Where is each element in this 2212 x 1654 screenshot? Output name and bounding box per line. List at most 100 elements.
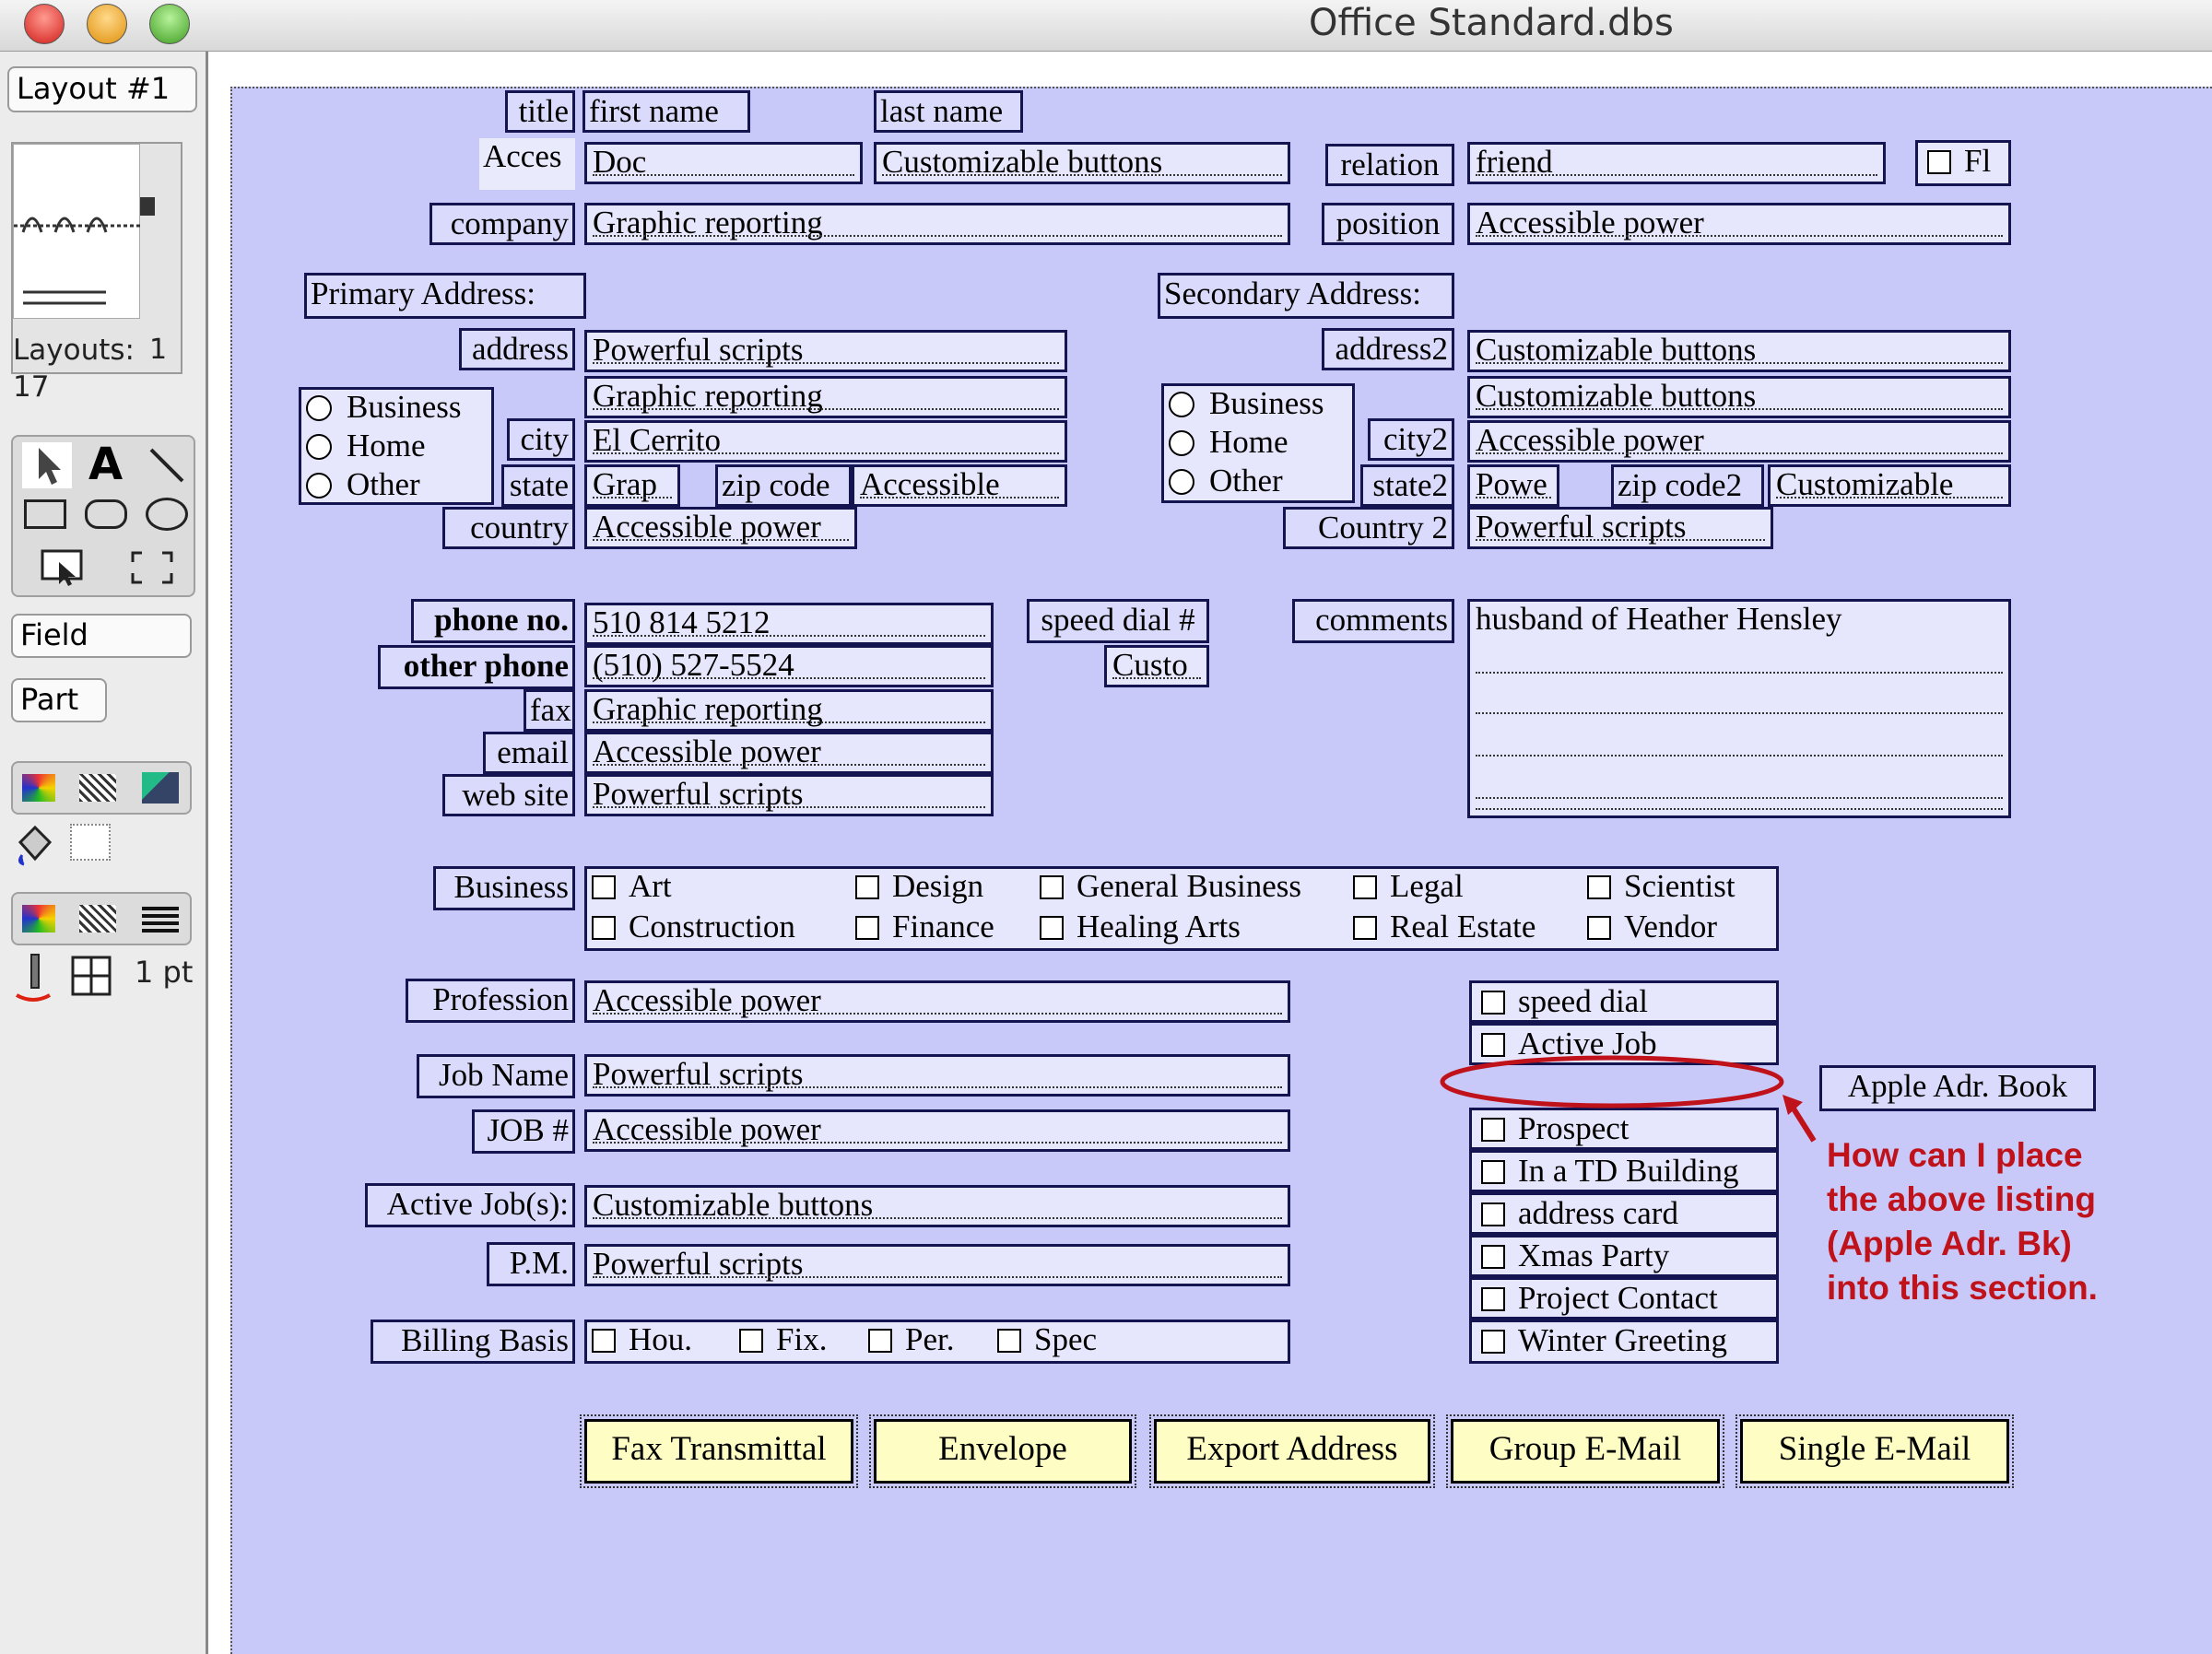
speed-dial-field[interactable]: Custo xyxy=(1104,645,1209,687)
part-selector[interactable]: Part xyxy=(11,678,107,722)
pointer-tool-icon[interactable] xyxy=(22,442,72,488)
radio-icon[interactable] xyxy=(1169,469,1194,495)
position-field[interactable]: Accessible power xyxy=(1467,203,2011,245)
close-window-button[interactable] xyxy=(24,4,65,44)
radio-icon[interactable] xyxy=(306,473,332,499)
other-phone-field[interactable]: (510) 527-5524 xyxy=(584,645,994,687)
field-selector[interactable]: Field xyxy=(11,614,192,658)
secondary-type-business-radio[interactable]: Business xyxy=(1169,385,1324,422)
billing-fixed-checkbox[interactable]: Fix. xyxy=(739,1321,827,1358)
primary-type-business-radio[interactable]: Business xyxy=(306,389,461,426)
layout-selector[interactable]: Layout #1 xyxy=(7,66,197,112)
secondary-zip-field[interactable]: Customizable xyxy=(1768,464,2011,507)
checkbox-icon[interactable] xyxy=(1587,916,1611,940)
primary-address-line1-field[interactable]: Powerful scripts xyxy=(584,330,1067,372)
checkbox-icon[interactable] xyxy=(997,1329,1021,1353)
pen-pattern-icon[interactable] xyxy=(79,905,116,933)
pen-tool-icon[interactable] xyxy=(11,951,55,1006)
secondary-country-field[interactable]: Powerful scripts xyxy=(1467,507,1773,549)
pm-field[interactable]: Powerful scripts xyxy=(584,1244,1290,1286)
rectangle-tool-icon[interactable] xyxy=(24,499,66,529)
checkbox-icon[interactable] xyxy=(1481,1245,1505,1269)
radio-icon[interactable] xyxy=(306,395,332,421)
checkbox-icon[interactable] xyxy=(1353,916,1377,940)
export-address-button[interactable]: Export Address xyxy=(1149,1414,1435,1488)
zoom-window-button[interactable] xyxy=(149,4,190,44)
primary-city-field[interactable]: El Cerrito xyxy=(584,420,1067,463)
secondary-address-line2-field[interactable]: Customizable buttons xyxy=(1467,376,2011,418)
active-jobs-field[interactable]: Customizable buttons xyxy=(584,1185,1290,1227)
company-field[interactable]: Graphic reporting xyxy=(584,203,1290,245)
fax-transmittal-button[interactable]: Fax Transmittal xyxy=(580,1414,858,1488)
fl-checkbox-box[interactable] xyxy=(1927,150,1951,174)
line-width-label[interactable]: 1 pt xyxy=(135,955,193,990)
primary-address-line2-field[interactable]: Graphic reporting xyxy=(584,376,1067,418)
checkbox-icon[interactable] xyxy=(1481,1330,1505,1354)
text-tool-icon[interactable]: A xyxy=(88,439,123,490)
xmas-party-checkbox[interactable]: Xmas Party xyxy=(1469,1235,1779,1277)
minimize-window-button[interactable] xyxy=(87,4,127,44)
checkbox-icon[interactable] xyxy=(592,875,616,899)
radio-icon[interactable] xyxy=(1169,392,1194,417)
profession-field[interactable]: Accessible power xyxy=(584,980,1290,1023)
business-finance-checkbox[interactable]: Finance xyxy=(855,909,994,945)
checkbox-icon[interactable] xyxy=(1353,875,1377,899)
pen-lines-icon[interactable] xyxy=(142,907,179,933)
checkbox-icon[interactable] xyxy=(1481,1202,1505,1226)
job-name-field[interactable]: Powerful scripts xyxy=(584,1054,1290,1097)
email-field[interactable]: Accessible power xyxy=(584,732,994,774)
business-design-checkbox[interactable]: Design xyxy=(855,868,983,905)
line-tool-icon[interactable] xyxy=(146,444,188,490)
speed-dial-checkbox[interactable]: speed dial xyxy=(1469,980,1779,1023)
secondary-city-field[interactable]: Accessible power xyxy=(1467,420,2011,463)
primary-state-field[interactable]: Grap xyxy=(584,464,680,507)
business-general-business-checkbox[interactable]: General Business xyxy=(1040,868,1301,905)
checkbox-icon[interactable] xyxy=(739,1329,763,1353)
rounded-rect-tool-icon[interactable] xyxy=(85,499,127,529)
primary-zip-field[interactable]: Accessible xyxy=(852,464,1067,507)
job-number-field[interactable]: Accessible power xyxy=(584,1109,1290,1152)
single-email-button[interactable]: Single E-Mail xyxy=(1735,1414,2014,1488)
relation-field[interactable]: friend xyxy=(1467,142,1886,184)
business-legal-checkbox[interactable]: Legal xyxy=(1353,868,1464,905)
checkbox-icon[interactable] xyxy=(1040,875,1064,899)
checkbox-icon[interactable] xyxy=(1481,1160,1505,1184)
checkbox-icon[interactable] xyxy=(855,875,879,899)
business-healing-arts-checkbox[interactable]: Healing Arts xyxy=(1040,909,1241,945)
winter-greeting-checkbox[interactable]: Winter Greeting xyxy=(1469,1320,1779,1364)
oval-tool-icon[interactable] xyxy=(146,498,188,531)
fill-color-icon[interactable] xyxy=(22,774,55,802)
primary-type-other-radio[interactable]: Other xyxy=(306,466,420,503)
checkbox-icon[interactable] xyxy=(592,916,616,940)
envelope-button[interactable]: Envelope xyxy=(869,1414,1136,1488)
border-grid-icon[interactable] xyxy=(70,955,112,1001)
primary-type-home-radio[interactable]: Home xyxy=(306,428,426,464)
paint-bucket-icon[interactable] xyxy=(13,822,57,872)
secondary-state-field[interactable]: Powe xyxy=(1467,464,1559,507)
fl-checkbox[interactable]: Fl xyxy=(1915,140,2011,186)
checkbox-icon[interactable] xyxy=(1481,1287,1505,1311)
billing-hourly-checkbox[interactable]: Hou. xyxy=(592,1321,692,1358)
project-contact-checkbox[interactable]: Project Contact xyxy=(1469,1277,1779,1320)
business-real-estate-checkbox[interactable]: Real Estate xyxy=(1353,909,1535,945)
checkbox-icon[interactable] xyxy=(868,1329,892,1353)
fill-pattern-icon[interactable] xyxy=(79,774,116,802)
first-name-field[interactable]: Doc xyxy=(584,142,863,184)
address-card-checkbox[interactable]: address card xyxy=(1469,1192,1779,1235)
primary-country-field[interactable]: Accessible power xyxy=(584,507,857,549)
business-scientist-checkbox[interactable]: Scientist xyxy=(1587,868,1735,905)
part-tool-icon[interactable] xyxy=(129,549,175,590)
billing-spec-checkbox[interactable]: Spec xyxy=(997,1321,1097,1358)
button-tool-icon[interactable] xyxy=(39,544,90,593)
checkbox-icon[interactable] xyxy=(1481,991,1505,1015)
web-site-field[interactable]: Powerful scripts xyxy=(584,774,994,816)
checkbox-icon[interactable] xyxy=(1587,875,1611,899)
fill-swatch[interactable] xyxy=(70,824,111,861)
checkbox-icon[interactable] xyxy=(1040,916,1064,940)
phone-field[interactable]: 510 814 5212 xyxy=(584,603,994,645)
checkbox-icon[interactable] xyxy=(855,916,879,940)
last-name-field[interactable]: Customizable buttons xyxy=(874,142,1290,184)
fill-gradient-icon[interactable] xyxy=(142,772,179,804)
secondary-type-home-radio[interactable]: Home xyxy=(1169,424,1288,461)
fax-field[interactable]: Graphic reporting xyxy=(584,689,994,732)
